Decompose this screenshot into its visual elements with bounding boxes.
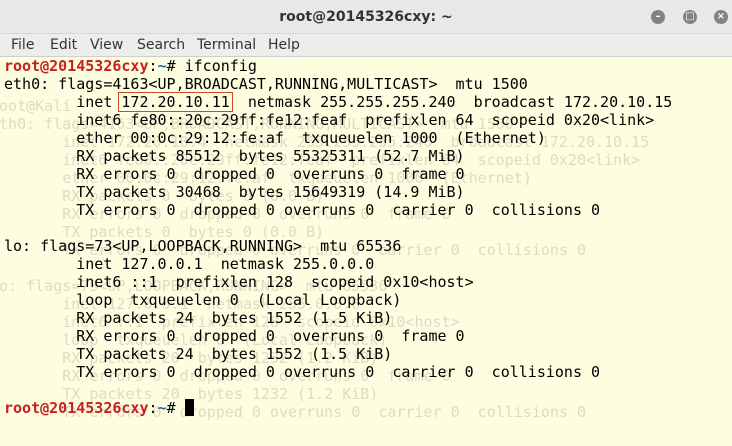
- prompt-path: ~: [157, 57, 167, 75]
- lo-inet: inet 127.0.0.1 netmask 255.0.0.0: [4, 255, 375, 273]
- prompt-symbol: #: [166, 399, 185, 417]
- eth0-inet-line: inet 172.20.10.11 netmask 255.255.255.24…: [4, 92, 673, 112]
- minimize-icon[interactable]: –: [651, 10, 665, 24]
- eth0-tx-packets: TX packets 30468 bytes 15649319 (14.9 Mi…: [4, 183, 465, 201]
- maximize-icon[interactable]: □: [683, 10, 697, 24]
- prompt-symbol: #: [166, 57, 185, 75]
- eth0-ether: ether 00:0c:29:12:fe:af txqueuelen 1000 …: [4, 129, 546, 147]
- prompt-line[interactable]: root@20145326cxy:~#: [4, 399, 194, 417]
- window-title: root@20145326cxy: ~: [279, 9, 453, 25]
- prompt-user: root@20145326cxy: [4, 399, 149, 417]
- command-line: root@20145326cxy:~# ifconfig: [4, 57, 257, 75]
- menu-terminal[interactable]: Terminal: [197, 37, 256, 53]
- eth0-inet-label: inet: [4, 93, 122, 111]
- prompt-path: ~: [157, 399, 167, 417]
- lo-loop: loop txqueuelen 0 (Local Loopback): [4, 291, 402, 309]
- eth0-header: eth0: flags=4163<UP,BROADCAST,RUNNING,MU…: [4, 75, 528, 93]
- menu-view[interactable]: View: [90, 37, 123, 53]
- menu-search[interactable]: Search: [137, 37, 185, 53]
- eth0-rx-errors: RX errors 0 dropped 0 overruns 0 frame 0: [4, 165, 465, 183]
- lo-inet6: inet6 ::1 prefixlen 128 scopeid 0x10<hos…: [4, 273, 474, 291]
- menu-help[interactable]: Help: [268, 37, 300, 53]
- close-icon[interactable]: ×: [714, 10, 728, 24]
- lo-tx-errors: TX errors 0 dropped 0 overruns 0 carrier…: [4, 363, 601, 381]
- text-cursor: [184, 399, 194, 416]
- menu-file[interactable]: File: [11, 37, 34, 53]
- lo-rx-packets: RX packets 24 bytes 1552 (1.5 KiB): [4, 309, 393, 327]
- lo-header: lo: flags=73<UP,LOOPBACK,RUNNING> mtu 65…: [4, 237, 402, 255]
- menu-bar: File Edit View Search Terminal Help: [0, 34, 732, 57]
- title-bar: root@20145326cxy: ~ – □ ×: [0, 0, 732, 34]
- prompt-separator: :: [148, 57, 158, 75]
- command-text: ifconfig: [184, 57, 257, 75]
- lo-tx-packets: TX packets 24 bytes 1552 (1.5 KiB): [4, 345, 393, 363]
- lo-rx-errors: RX errors 0 dropped 0 overruns 0 frame 0: [4, 327, 465, 345]
- prompt-separator: :: [148, 399, 158, 417]
- eth0-tx-errors: TX errors 0 dropped 0 overruns 0 carrier…: [4, 201, 601, 219]
- highlighted-ip-address: 172.20.10.11: [118, 92, 233, 112]
- terminal-area[interactable]: root@Kali eth0: flags=4163<UP,BROADCAST,…: [0, 57, 732, 446]
- eth0-inet6: inet6 fe80::20c:29ff:fe12:feaf prefixlen…: [4, 111, 655, 129]
- eth0-netmask-text: netmask 255.255.255.240 broadcast 172.20…: [229, 93, 673, 111]
- prompt-user: root@20145326cxy: [4, 57, 149, 75]
- eth0-rx-packets: RX packets 85512 bytes 55325311 (52.7 Mi…: [4, 147, 465, 165]
- menu-edit[interactable]: Edit: [50, 37, 77, 53]
